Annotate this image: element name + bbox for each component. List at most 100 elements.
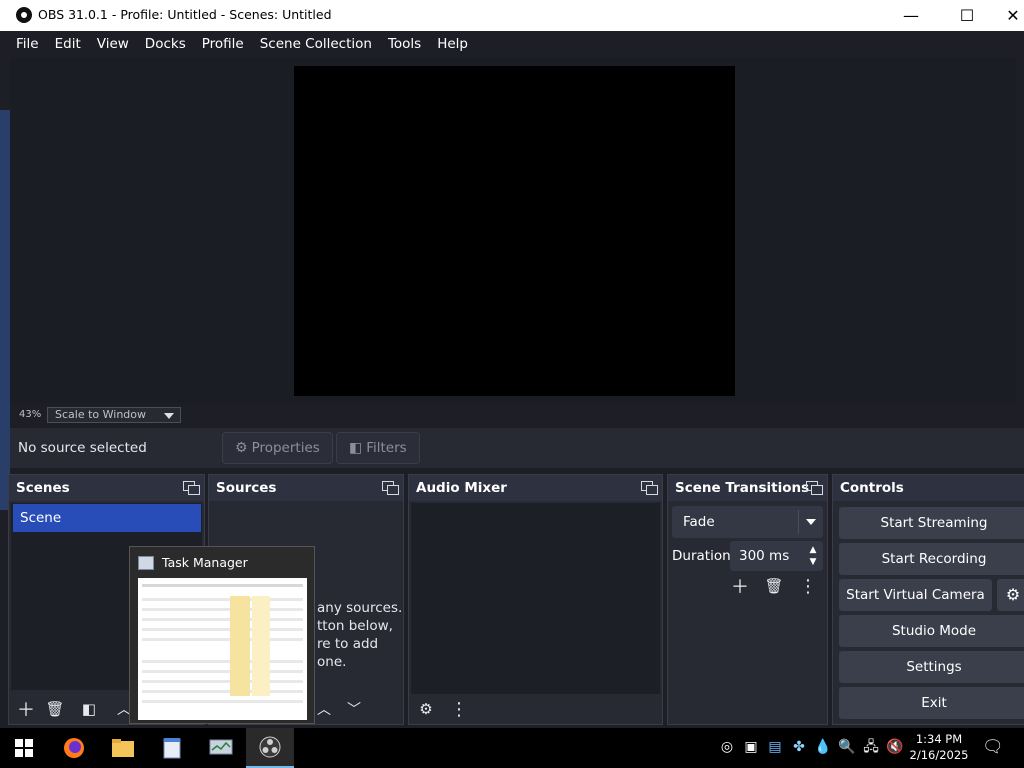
scene-filters-icon[interactable]: ◧ (77, 697, 101, 721)
preview-canvas[interactable] (294, 66, 735, 396)
scene-transitions-dock: Scene Transitions Fade Duration 300 ms ▲… (667, 474, 828, 725)
clock-date: 2/16/2025 (909, 748, 969, 762)
gear-icon[interactable]: ⚙ (414, 697, 438, 721)
preview-row (142, 618, 303, 621)
chevron-down-icon (806, 519, 816, 525)
network-share-tray-icon[interactable]: ✤ (790, 738, 808, 756)
undock-icon[interactable] (641, 481, 658, 495)
chevron-down-icon (164, 413, 174, 419)
taskbar-notepad[interactable] (148, 728, 196, 768)
menu-bar: File Edit View Docks Profile Scene Colle… (0, 31, 1024, 56)
maximize-button[interactable]: ☐ (944, 0, 990, 31)
close-button[interactable]: ✕ (990, 0, 1024, 31)
chevron-up-icon[interactable]: ▲ (806, 544, 820, 556)
hint-line: re to add one. (317, 636, 379, 670)
preview-row (142, 598, 303, 601)
duration-label: Duration (672, 548, 731, 564)
trash-icon[interactable]: 🗑 (43, 697, 67, 721)
more-vertical-icon[interactable]: ⋮ (447, 697, 471, 721)
start-button[interactable] (0, 728, 48, 768)
start-streaming-button[interactable]: Start Streaming (839, 507, 1024, 539)
menu-docks[interactable]: Docks (145, 36, 186, 52)
menu-scene-collection[interactable]: Scene Collection (260, 36, 372, 52)
taskbar-file-explorer[interactable] (99, 728, 147, 768)
add-scene-button[interactable]: ＋ (14, 697, 38, 721)
menu-help[interactable]: Help (437, 36, 468, 52)
task-manager-thumbnail[interactable]: Task Manager (129, 546, 315, 724)
filters-icon: ◧ (349, 440, 363, 456)
settings-button[interactable]: Settings (839, 651, 1024, 683)
notifications-icon[interactable]: 🗨 (982, 738, 1004, 756)
undock-icon[interactable] (382, 481, 399, 495)
filters-button[interactable]: ◧ Filters (336, 432, 420, 464)
chevron-down-icon[interactable]: ▼ (806, 556, 820, 568)
more-vertical-icon[interactable]: ⋮ (796, 574, 820, 598)
network-tray-icon[interactable]: 🖧 (862, 738, 880, 756)
preview-row (142, 670, 303, 673)
task-manager-preview (138, 578, 307, 720)
preview-row (142, 628, 303, 631)
obs-tray-icon[interactable]: ◎ (718, 738, 736, 756)
sources-dock-header: Sources (209, 475, 403, 501)
sources-dock-title: Sources (216, 480, 277, 496)
taskbar-clock[interactable]: 1:34 PM 2/16/2025 (906, 731, 972, 763)
save-tray-icon[interactable]: ▤ (766, 738, 784, 756)
menu-profile[interactable]: Profile (202, 36, 244, 52)
scale-mode-value: Scale to Window (55, 408, 147, 421)
menu-edit[interactable]: Edit (55, 36, 81, 52)
desktop-edge (0, 110, 10, 510)
undock-icon[interactable] (806, 481, 823, 495)
firefox-icon (64, 738, 84, 758)
audio-mixer-area (411, 503, 660, 694)
controls-header: Controls (833, 475, 1024, 501)
preview-row (142, 700, 303, 703)
start-virtual-camera-button[interactable]: Start Virtual Camera (839, 579, 992, 611)
properties-button[interactable]: ⚙ Properties (222, 432, 333, 464)
gear-icon: ⚙ (1005, 585, 1021, 604)
menu-view[interactable]: View (97, 36, 129, 52)
preview-row (142, 660, 303, 663)
transition-select[interactable]: Fade (672, 506, 823, 538)
trash-icon[interactable]: 🗑 (762, 574, 786, 598)
task-manager-icon (138, 556, 154, 570)
scale-mode-select[interactable]: Scale to Window (47, 407, 181, 423)
taskbar-obs[interactable] (246, 728, 294, 768)
chevron-up-icon[interactable]: ︿ (312, 697, 336, 721)
audio-mixer-dock: Audio Mixer ⚙ ⋮ (408, 474, 663, 725)
taskbar-task-manager[interactable] (197, 728, 245, 768)
sources-empty-hint: any sources. tton below, re to add one. (317, 599, 403, 671)
preview-row (142, 690, 303, 693)
volume-muted-icon[interactable]: 🔇 (886, 738, 904, 756)
add-transition-button[interactable]: ＋ (728, 574, 752, 598)
window-title: OBS 31.0.1 - Profile: Untitled - Scenes:… (38, 7, 332, 22)
drop-tray-icon[interactable]: 💧 (814, 738, 832, 756)
undock-icon[interactable] (183, 481, 200, 495)
hint-line: tton below, (317, 618, 393, 634)
obs-logo-icon (16, 7, 32, 23)
preview-column (252, 596, 270, 696)
scenes-dock-title: Scenes (16, 480, 70, 496)
menu-tools[interactable]: Tools (388, 36, 421, 52)
minimize-button[interactable]: — (888, 0, 934, 31)
scene-list-item[interactable]: Scene (13, 504, 201, 532)
duration-value: 300 ms (739, 548, 790, 564)
taskbar-firefox[interactable] (50, 728, 98, 768)
menu-file[interactable]: File (16, 36, 39, 52)
filters-label: Filters (366, 440, 407, 456)
obs-icon (259, 736, 281, 758)
exit-button[interactable]: Exit (839, 687, 1024, 719)
task-manager-title: Task Manager (162, 555, 248, 570)
duration-input[interactable]: 300 ms ▲ ▼ (730, 541, 823, 571)
controls-title: Controls (840, 480, 904, 496)
start-recording-button[interactable]: Start Recording (839, 543, 1024, 575)
virtual-camera-settings-button[interactable]: ⚙ (997, 579, 1024, 611)
audio-mixer-header: Audio Mixer (409, 475, 662, 501)
recording-tray-icon[interactable]: ▣ (742, 738, 760, 756)
scenes-dock-header: Scenes (9, 475, 204, 501)
preview-row (142, 680, 303, 683)
scene-transitions-title: Scene Transitions (675, 480, 810, 496)
chevron-down-icon[interactable]: ﹀ (342, 697, 366, 721)
studio-mode-button[interactable]: Studio Mode (839, 615, 1024, 647)
zoom-level: 43% (19, 409, 42, 420)
search-tray-icon[interactable]: 🔍 (838, 738, 856, 756)
